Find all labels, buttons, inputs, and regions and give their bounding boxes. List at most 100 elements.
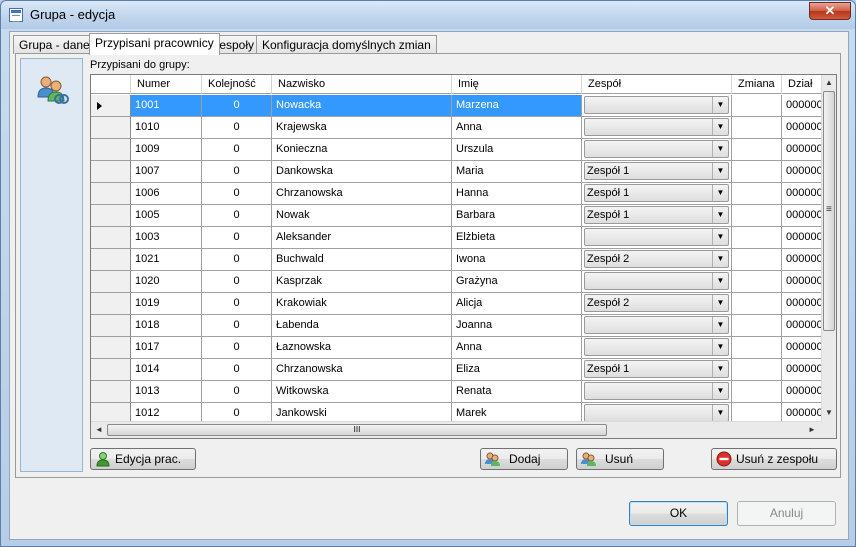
chevron-down-icon[interactable]: ▼ [712,185,728,201]
column-header-nazwisko[interactable]: Nazwisko [272,75,452,94]
cell-nazwisko[interactable]: Dankowska [272,161,452,183]
cell-kolejnosc[interactable]: 0 [202,205,272,227]
cell-dzial[interactable]: 000000 [782,293,822,315]
cell-kolejnosc[interactable]: 0 [202,293,272,315]
cell-kolejnosc[interactable]: 0 [202,227,272,249]
zespol-combo[interactable]: ▼ [584,338,729,356]
chevron-down-icon[interactable]: ▼ [712,229,728,245]
row-header[interactable] [91,117,131,139]
table-row[interactable]: 1021 0 Buchwald Iwona Zespół 2 ▼ 000000 [91,249,822,271]
usun-z-zespolu-button[interactable]: Usuń z zespołu [711,448,837,470]
cell-zmiana[interactable] [732,95,782,117]
cell-dzial[interactable]: 000000 [782,139,822,161]
row-header[interactable] [91,249,131,271]
row-header[interactable] [91,337,131,359]
cell-kolejnosc[interactable]: 0 [202,315,272,337]
tab-grupa-dane[interactable]: Grupa - dane [13,35,96,54]
cell-numer[interactable]: 1020 [131,271,202,293]
cell-numer[interactable]: 1010 [131,117,202,139]
cell-nazwisko[interactable]: Chrzanowska [272,359,452,381]
column-header-zmiana[interactable]: Zmiana [732,75,782,94]
cell-zmiana[interactable] [732,315,782,337]
chevron-down-icon[interactable]: ▼ [712,361,728,377]
zespol-combo[interactable]: ▼ [584,140,729,158]
cell-imie[interactable]: Maria [452,161,582,183]
row-header[interactable] [91,161,131,183]
title-bar[interactable]: Grupa - edycja ✕ [1,1,855,29]
cell-kolejnosc[interactable]: 0 [202,139,272,161]
cell-imie[interactable]: Urszula [452,139,582,161]
chevron-down-icon[interactable]: ▼ [712,383,728,399]
cell-kolejnosc[interactable]: 0 [202,359,272,381]
row-header[interactable] [91,183,131,205]
cell-imie[interactable]: Anna [452,337,582,359]
cell-nazwisko[interactable]: Łabenda [272,315,452,337]
cell-numer[interactable]: 1006 [131,183,202,205]
cell-nazwisko[interactable]: Łaznowska [272,337,452,359]
vertical-scrollbar[interactable]: ▲ ≡ ▼ [821,75,836,421]
cell-nazwisko[interactable]: Krajewska [272,117,452,139]
table-row[interactable]: 1020 0 Kasprzak Grażyna ▼ 000000 [91,271,822,293]
zespol-combo[interactable]: ▼ [584,118,729,136]
cell-imie[interactable]: Anna [452,117,582,139]
cell-imie[interactable]: Barbara [452,205,582,227]
chevron-down-icon[interactable]: ▼ [712,295,728,311]
cell-kolejnosc[interactable]: 0 [202,271,272,293]
cell-imie[interactable]: Iwona [452,249,582,271]
zespol-combo[interactable]: ▼ [584,316,729,334]
cell-zmiana[interactable] [732,183,782,205]
chevron-down-icon[interactable]: ▼ [712,251,728,267]
chevron-down-icon[interactable]: ▼ [712,339,728,355]
table-row[interactable]: 1005 0 Nowak Barbara Zespół 1 ▼ 000000 [91,205,822,227]
zespol-combo[interactable]: ▼ [584,404,729,422]
scroll-left-button[interactable]: ◄ [95,425,103,434]
zespol-combo[interactable]: Zespół 1 ▼ [584,162,729,180]
cell-imie[interactable]: Joanna [452,315,582,337]
zespol-combo[interactable]: ▼ [584,272,729,290]
column-header-numer[interactable]: Numer [131,75,202,94]
cell-zmiana[interactable] [732,161,782,183]
cell-zmiana[interactable] [732,227,782,249]
cell-dzial[interactable]: 000000 [782,359,822,381]
table-row[interactable]: 1007 0 Dankowska Maria Zespół 1 ▼ 000000 [91,161,822,183]
row-header[interactable] [91,293,131,315]
cell-imie[interactable]: Alicja [452,293,582,315]
zespol-combo[interactable]: ▼ [584,96,729,114]
cell-zmiana[interactable] [732,139,782,161]
table-row[interactable]: 1009 0 Konieczna Urszula ▼ 000000 [91,139,822,161]
cell-dzial[interactable]: 000000 [782,183,822,205]
cell-dzial[interactable]: 000000 [782,337,822,359]
zespol-combo[interactable]: ▼ [584,382,729,400]
cell-numer[interactable]: 1009 [131,139,202,161]
scroll-up-button[interactable]: ▲ [825,78,833,87]
cell-zmiana[interactable] [732,293,782,315]
row-header[interactable] [91,271,131,293]
ok-button[interactable]: OK [629,501,728,526]
zespol-combo[interactable]: Zespół 1 ▼ [584,360,729,378]
cell-kolejnosc[interactable]: 0 [202,117,272,139]
cell-nazwisko[interactable]: Krakowiak [272,293,452,315]
cell-dzial[interactable]: 000000 [782,227,822,249]
cell-numer[interactable]: 1018 [131,315,202,337]
cell-kolejnosc[interactable]: 0 [202,249,272,271]
cell-nazwisko[interactable]: Chrzanowska [272,183,452,205]
cell-nazwisko[interactable]: Konieczna [272,139,452,161]
cell-dzial[interactable]: 000000 [782,249,822,271]
cell-kolejnosc[interactable]: 0 [202,381,272,403]
cell-numer[interactable]: 1001 [131,95,202,117]
column-header-kolejnosc[interactable]: Kolejność [202,75,272,94]
chevron-down-icon[interactable]: ▼ [712,163,728,179]
cell-numer[interactable]: 1007 [131,161,202,183]
cell-imie[interactable]: Elżbieta [452,227,582,249]
cell-kolejnosc[interactable]: 0 [202,161,272,183]
column-header-dzial[interactable]: Dział [782,75,822,94]
cell-numer[interactable]: 1003 [131,227,202,249]
cell-kolejnosc[interactable]: 0 [202,95,272,117]
cell-dzial[interactable]: 000000 [782,381,822,403]
chevron-down-icon[interactable]: ▼ [712,119,728,135]
cell-nazwisko[interactable]: Nowacka [272,95,452,117]
cell-zmiana[interactable] [732,205,782,227]
table-row[interactable]: 1017 0 Łaznowska Anna ▼ 000000 [91,337,822,359]
row-header[interactable] [91,95,131,117]
edycja-prac-button[interactable]: Edycja prac. [90,448,196,470]
